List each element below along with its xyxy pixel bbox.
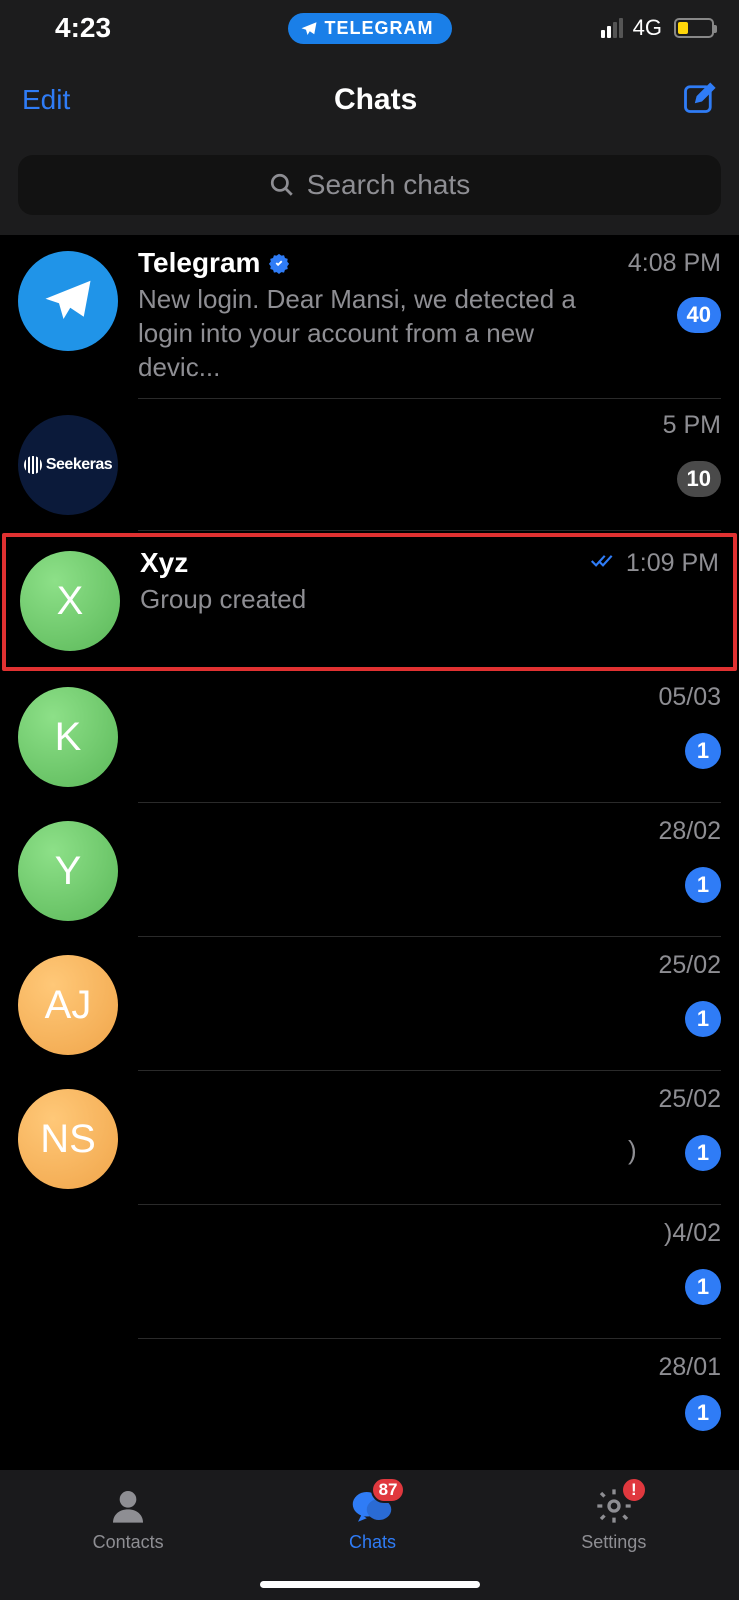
- chats-icon: 87: [351, 1485, 393, 1527]
- chat-time: 5 PM: [663, 411, 721, 440]
- chat-preview: Group created: [140, 583, 620, 617]
- chat-time: 1:09 PM: [626, 549, 719, 577]
- network-label: 4G: [633, 15, 662, 41]
- read-checks-icon: [590, 551, 616, 571]
- text-fragment: ): [628, 1135, 637, 1166]
- chat-time: 25/02: [658, 1085, 721, 1114]
- search-icon: [269, 172, 295, 198]
- seekeras-logo-icon: [24, 456, 42, 474]
- tab-contacts[interactable]: Contacts: [93, 1485, 164, 1553]
- avatar: AJ: [18, 955, 118, 1055]
- unread-badge: 1: [685, 1135, 721, 1171]
- verified-icon: [268, 252, 290, 274]
- search-input[interactable]: Search chats: [18, 155, 721, 215]
- header: Edit Chats: [0, 55, 739, 145]
- home-indicator[interactable]: [260, 1581, 480, 1588]
- avatar: X: [20, 551, 120, 651]
- avatar: K: [18, 687, 118, 787]
- tab-chats[interactable]: 87 Chats: [349, 1485, 396, 1553]
- avatar-initial: NS: [40, 1117, 96, 1162]
- compose-icon: [681, 80, 717, 116]
- settings-icon: !: [593, 1485, 635, 1527]
- settings-badge: !: [621, 1477, 647, 1503]
- edit-button[interactable]: Edit: [22, 84, 70, 116]
- chat-row-k[interactable]: K 05/03 1: [0, 671, 739, 805]
- tab-label: Settings: [581, 1532, 646, 1553]
- chat-row-ns[interactable]: NS 25/02 ) 1: [0, 1073, 739, 1207]
- chat-row-seekeras[interactable]: Seekeras 5 PM 10: [0, 399, 739, 533]
- unread-badge: 10: [677, 461, 721, 497]
- avatar: [18, 251, 118, 351]
- chat-row-y[interactable]: Y 28/02 1: [0, 805, 739, 939]
- status-right: 4G: [601, 15, 714, 41]
- avatar-initial: K: [55, 715, 82, 760]
- chat-time: 05/03: [658, 683, 721, 712]
- chat-row-partial-1[interactable]: )4/02 1: [0, 1207, 739, 1341]
- unread-badge: 1: [685, 867, 721, 903]
- tab-settings[interactable]: ! Settings: [581, 1485, 646, 1553]
- avatar-initial: X: [57, 579, 84, 624]
- tab-label: Chats: [349, 1532, 396, 1553]
- chat-time: 28/01: [658, 1353, 721, 1382]
- app-pill[interactable]: TELEGRAM: [288, 13, 452, 44]
- chat-row-xyz[interactable]: X Xyz 1:09 PM Group created: [2, 533, 737, 671]
- unread-badge: 1: [685, 733, 721, 769]
- avatar: Y: [18, 821, 118, 921]
- unread-badge: 1: [685, 1269, 721, 1305]
- chat-list: Telegram 4:08 PM New login. Dear Mansi, …: [0, 235, 739, 1433]
- battery-icon: [674, 18, 714, 38]
- contacts-icon: [107, 1485, 149, 1527]
- seekeras-avatar-label: Seekeras: [46, 456, 112, 474]
- search-placeholder: Search chats: [307, 169, 470, 201]
- avatar: NS: [18, 1089, 118, 1189]
- avatar-initial: Y: [55, 849, 82, 894]
- chat-name: Xyz: [140, 547, 188, 579]
- app-pill-label: TELEGRAM: [325, 18, 434, 39]
- chat-preview: New login. Dear Mansi, we detected a log…: [138, 283, 618, 384]
- avatar: Seekeras: [18, 415, 118, 515]
- unread-badge: 1: [685, 1395, 721, 1431]
- page-title: Chats: [334, 83, 417, 117]
- chat-row-partial-2[interactable]: 28/01 1: [0, 1341, 739, 1433]
- chat-time: 25/02: [658, 951, 721, 980]
- signal-icon: [601, 18, 623, 38]
- compose-button[interactable]: [681, 80, 717, 121]
- chat-time: )4/02: [664, 1219, 721, 1248]
- chat-name: Telegram: [138, 247, 260, 279]
- avatar-initial: AJ: [45, 983, 92, 1028]
- telegram-icon: [41, 274, 95, 328]
- chat-row-aj[interactable]: AJ 25/02 1: [0, 939, 739, 1073]
- chat-time: 28/02: [658, 817, 721, 846]
- chats-badge: 87: [371, 1477, 406, 1503]
- tab-label: Contacts: [93, 1532, 164, 1553]
- chat-row-telegram[interactable]: Telegram 4:08 PM New login. Dear Mansi, …: [0, 235, 739, 399]
- chat-time: 4:08 PM: [628, 249, 721, 278]
- telegram-icon: [300, 20, 318, 38]
- status-time: 4:23: [55, 12, 111, 44]
- search-wrapper: Search chats: [0, 145, 739, 235]
- unread-badge: 40: [677, 297, 721, 333]
- unread-badge: 1: [685, 1001, 721, 1037]
